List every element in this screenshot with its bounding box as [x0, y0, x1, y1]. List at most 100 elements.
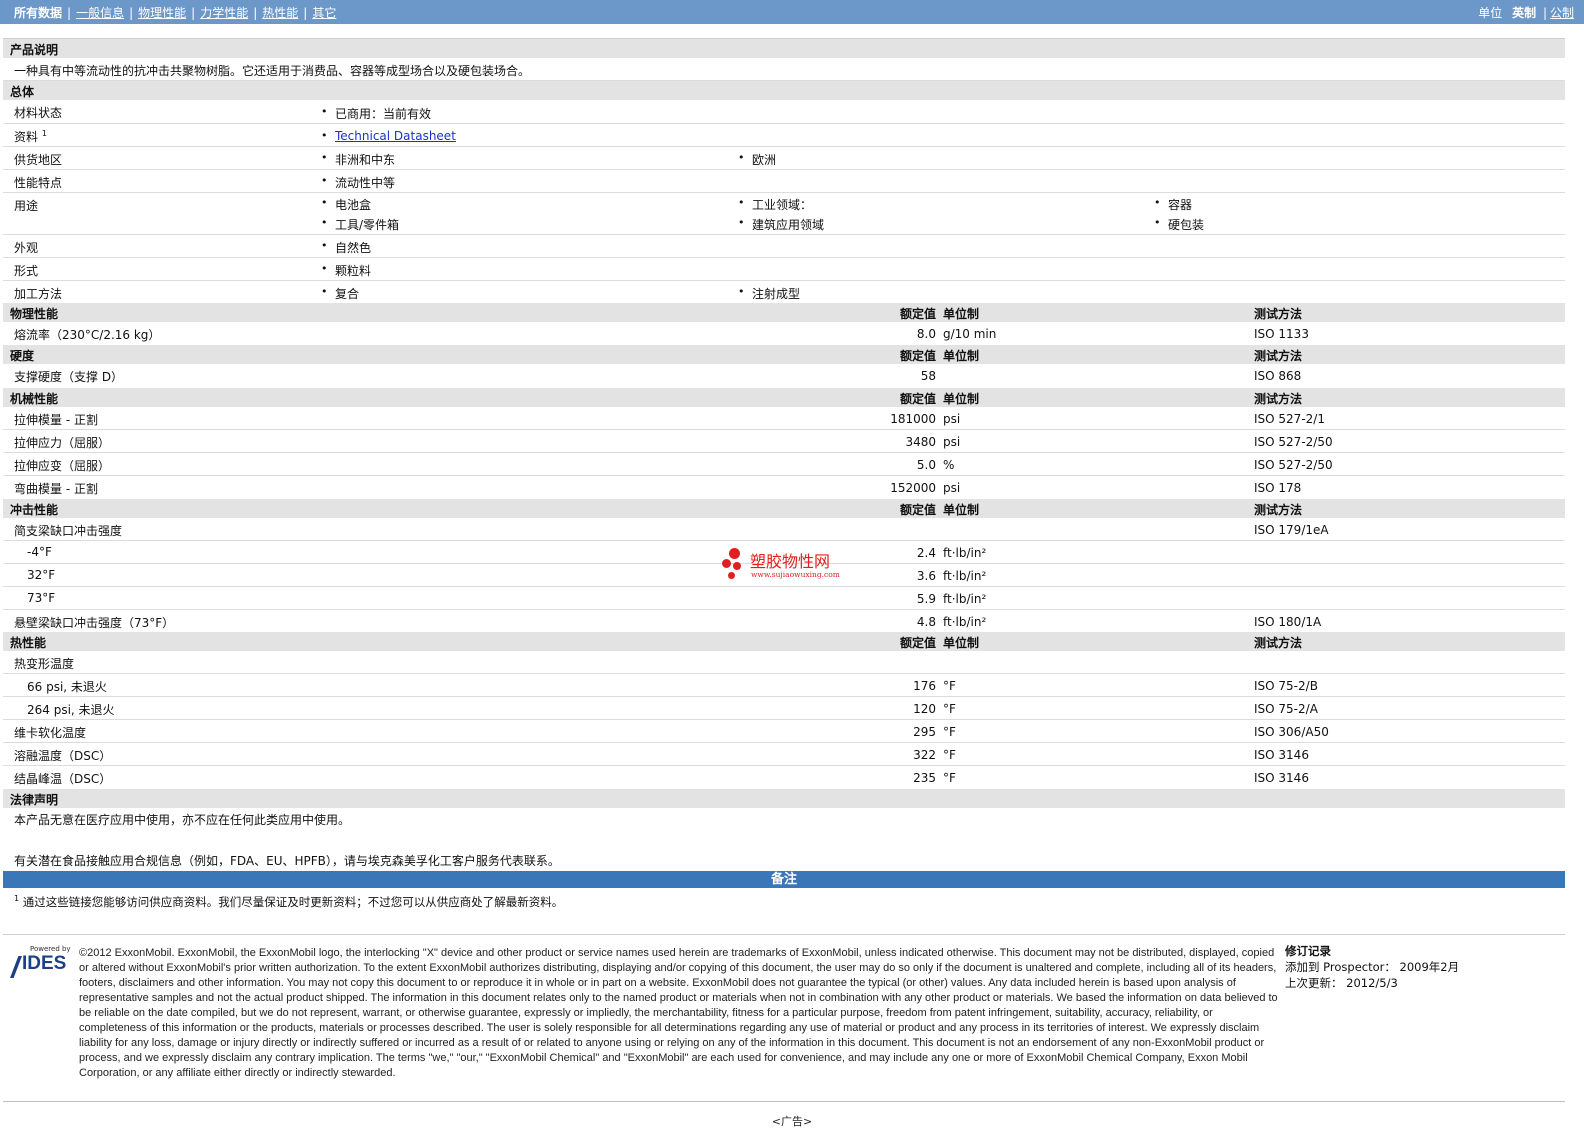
property-value: 176: [913, 679, 936, 693]
property-method: ISO 3146: [1254, 748, 1309, 762]
property-label: 热变形温度: [14, 657, 75, 671]
logo-powered-by: Powered by: [30, 945, 71, 953]
header-method: 测试方法: [1254, 636, 1303, 650]
section-title: 物理性能: [10, 307, 59, 321]
property-value: 181000: [890, 412, 936, 426]
row-label: 外观: [14, 241, 39, 255]
technical-datasheet-link[interactable]: Technical Datasheet: [335, 129, 456, 143]
row-label: 形式: [14, 264, 39, 278]
bullet-value: 容器: [1154, 196, 1192, 213]
footer: Powered by IDES ©2012 ExxonMobil. ExxonM…: [3, 934, 1565, 1102]
bullet-value: 流动性中等: [321, 174, 395, 191]
section-title: 硬度: [10, 349, 35, 363]
property-label: 73°F: [27, 591, 56, 605]
property-row: 热变形温度: [3, 651, 1565, 674]
row-label: 资料 1: [14, 129, 47, 144]
bullet-value: 颗粒料: [321, 262, 371, 279]
property-row: 拉伸应变（屈服） 5.0 % ISO 527-2/50: [3, 453, 1565, 476]
section-nav: 所有数据 | 一般信息 | 物理性能 | 力学性能 | 热性能 | 其它: [14, 6, 337, 20]
header-method: 测试方法: [1254, 392, 1303, 406]
bullet-value: 注射成型: [738, 285, 800, 302]
property-value: 235: [913, 771, 936, 785]
ides-logo[interactable]: Powered by IDES: [8, 945, 74, 979]
section-legal: 法律声明: [3, 789, 1565, 808]
property-label: 熔流率（230°C/2.16 kg）: [14, 328, 161, 342]
section-title: 总体: [10, 85, 35, 99]
property-unit: °F: [943, 771, 956, 785]
footnote: 1 通过这些链接您能够访问供应商资料。我们尽量保证及时更新资料；不过您可以从供应…: [14, 894, 564, 909]
nav-thermal[interactable]: 热性能: [262, 6, 298, 20]
bullet-value: 已商用：当前有效: [321, 105, 431, 122]
units-imperial[interactable]: 英制: [1512, 6, 1536, 20]
watermark-url: www.sujiaowuxing.com: [751, 570, 840, 579]
row-label: 用途: [14, 199, 39, 213]
ides-mark-icon: [10, 956, 22, 978]
property-label: 264 psi, 未退火: [27, 703, 115, 717]
property-value: 120: [913, 702, 936, 716]
description-text: 一种具有中等流动性的抗冲击共聚物树脂。它还适用于消费品、容器等成型场合以及硬包装…: [14, 64, 531, 78]
bullet-value: 电池盒: [321, 196, 371, 213]
nav-physical[interactable]: 物理性能: [138, 6, 186, 20]
nav-mechanical[interactable]: 力学性能: [200, 6, 248, 20]
property-row: 结晶峰温（DSC） 235 °F ISO 3146: [3, 766, 1565, 789]
notes-header: 备注: [3, 871, 1565, 888]
header-method: 测试方法: [1254, 349, 1303, 363]
material-status-row: 材料状态 已商用：当前有效: [3, 100, 1565, 124]
legal-line: 本产品无意在医疗应用中使用，亦不应在任何此类应用中使用。: [14, 813, 351, 827]
literature-row: 资料 1 Technical Datasheet: [3, 124, 1565, 147]
section-title: 产品说明: [10, 43, 59, 57]
bullet-value: 硬包装: [1154, 216, 1204, 233]
property-method: ISO 75-2/B: [1254, 679, 1318, 693]
units-metric[interactable]: 公制: [1550, 6, 1574, 20]
property-method: ISO 179/1eA: [1254, 523, 1329, 537]
revision-updated: 上次更新： 2012/5/3: [1285, 976, 1398, 990]
property-value: 3480: [905, 435, 936, 449]
property-unit: °F: [943, 702, 956, 716]
property-unit: psi: [943, 481, 961, 495]
property-unit: ft·lb/in²: [943, 546, 987, 560]
bullet-value: 工业领域：: [738, 196, 812, 213]
row-label: 供货地区: [14, 153, 63, 167]
header-unit: 单位制: [943, 392, 980, 406]
property-method: ISO 527-2/50: [1254, 458, 1333, 472]
header-nominal: 额定值: [899, 392, 936, 406]
processing-row: 加工方法 复合 注射成型: [3, 281, 1565, 303]
units-label: 单位: [1478, 6, 1503, 20]
section-hardness: 硬度 额定值 单位制 测试方法: [3, 345, 1565, 364]
watermark-text: 塑胶物性网: [750, 552, 831, 571]
uses-row: 用途 电池盒 工业领域： 容器 工具/零件箱 建筑应用领域 硬包装: [3, 193, 1565, 235]
property-label: 悬壁梁缺口冲击强度（73°F）: [14, 616, 175, 630]
header-unit: 单位制: [943, 636, 980, 650]
legal-statement: 本产品无意在医疗应用中使用，亦不应在任何此类应用中使用。 有关潜在食品接触应用合…: [3, 808, 1565, 871]
watermark-logo: 塑胶物性网 www.sujiaowuxing.com: [720, 546, 860, 582]
property-row: 支撑硬度（支撑 D） 58 ISO 868: [3, 364, 1565, 388]
availability-row: 供货地区 非洲和中东 欧洲: [3, 147, 1565, 170]
top-nav-bar: 所有数据 | 一般信息 | 物理性能 | 力学性能 | 热性能 | 其它 单位 英制 | 公制: [0, 0, 1584, 24]
property-unit: ft·lb/in²: [943, 615, 987, 629]
property-row: 维卡软化温度 295 °F ISO 306/A50: [3, 720, 1565, 743]
nav-all-data[interactable]: 所有数据: [14, 6, 62, 20]
nav-other[interactable]: 其它: [312, 6, 336, 20]
section-impact: 冲击性能 额定值 单位制 测试方法: [3, 499, 1565, 518]
section-title: 机械性能: [10, 392, 59, 406]
section-title: 热性能: [10, 636, 47, 650]
property-method: ISO 527-2/1: [1254, 412, 1325, 426]
property-method: ISO 527-2/50: [1254, 435, 1333, 449]
nav-general-info[interactable]: 一般信息: [76, 6, 124, 20]
features-row: 性能特点 流动性中等: [3, 170, 1565, 193]
property-label: 拉伸应力（屈服）: [14, 436, 111, 450]
section-general: 总体: [3, 81, 1565, 100]
property-unit: °F: [943, 748, 956, 762]
bullet-value: 欧洲: [738, 151, 776, 168]
header-unit: 单位制: [943, 349, 980, 363]
property-label: 溶融温度（DSC）: [14, 749, 112, 763]
property-row: 悬壁梁缺口冲击强度（73°F） 4.8 ft·lb/in² ISO 180/1A: [3, 610, 1565, 632]
property-row: 弯曲模量 - 正割 152000 psi ISO 178: [3, 476, 1565, 499]
property-value: 5.9: [916, 592, 936, 606]
property-label: 拉伸应变（屈服）: [14, 459, 111, 473]
property-label: 66 psi, 未退火: [27, 680, 107, 694]
property-value: 295: [913, 725, 936, 739]
form-row: 形式 颗粒料: [3, 258, 1565, 281]
bullet-value: 自然色: [321, 239, 371, 256]
header-method: 测试方法: [1254, 503, 1303, 517]
